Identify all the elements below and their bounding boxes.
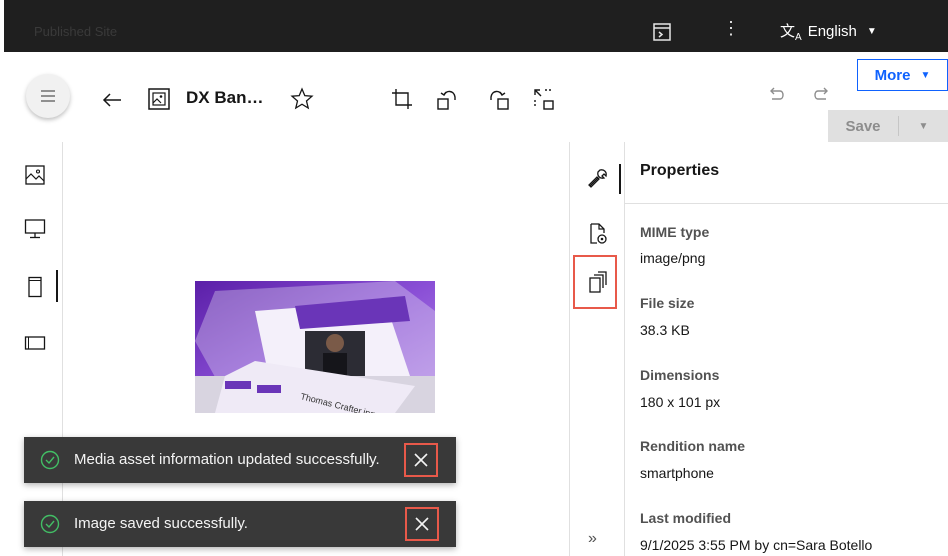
caret-down-icon: ▼: [920, 69, 931, 81]
language-selector[interactable]: 文A English ▼: [780, 20, 877, 43]
overflow-menu-icon[interactable]: ⋮: [722, 18, 740, 42]
save-options-button[interactable]: ▼: [899, 110, 948, 142]
preview-panel-icon[interactable]: [652, 22, 672, 42]
smartphone-icon[interactable]: [24, 276, 46, 298]
properties-panel: Properties MIME type image/png File size…: [625, 142, 948, 556]
file-preview-icon[interactable]: [586, 222, 610, 246]
image-icon[interactable]: [24, 164, 46, 186]
tablet-icon[interactable]: [24, 332, 46, 354]
properties-header: Properties: [625, 142, 948, 204]
image-icon: [148, 88, 170, 110]
rotate-left-icon[interactable]: [436, 87, 460, 111]
save-button-group: Save ▼: [828, 110, 948, 142]
undo-icon[interactable]: [766, 84, 786, 104]
translate-icon: 文A: [780, 22, 802, 43]
device-rail: [0, 142, 63, 556]
more-label: More: [874, 66, 911, 84]
image-preview: Thomas Crafter.jpg: [195, 281, 435, 413]
toast-notification: Image saved successfully.: [24, 501, 456, 547]
resize-icon[interactable]: [532, 87, 556, 111]
menu-button[interactable]: [26, 74, 70, 118]
rotate-right-icon[interactable]: [486, 87, 510, 111]
toast-message: Media asset information updated successf…: [74, 451, 380, 468]
prop-label-rendition: Rendition name: [640, 438, 746, 454]
close-icon[interactable]: [404, 443, 438, 477]
prop-value-modified: 9/1/2025 3:55 PM by cn=Sara Botello: [640, 537, 873, 553]
properties-title: Properties: [640, 162, 720, 179]
caret-down-icon: ▼: [918, 120, 929, 132]
caret-down-icon: ▼: [866, 25, 877, 37]
active-indicator: [56, 270, 58, 302]
checkmark-circle-icon: [40, 514, 60, 534]
desktop-icon[interactable]: [24, 218, 46, 240]
close-icon[interactable]: [405, 507, 439, 541]
checkmark-circle-icon: [40, 450, 60, 470]
site-name[interactable]: Published Site: [34, 24, 117, 39]
expand-icon[interactable]: »: [588, 530, 597, 548]
prop-value-mime: image/png: [640, 250, 706, 266]
copy-renditions-icon[interactable]: [586, 270, 610, 294]
star-icon[interactable]: [290, 87, 314, 111]
top-bar: Published Site ⋮ 文A English ▼: [0, 0, 948, 52]
asset-title: DX Ban…: [186, 88, 264, 107]
prop-value-rendition: smartphone: [640, 465, 714, 481]
prop-value-size: 38.3 KB: [640, 322, 690, 338]
menu-icon: [41, 90, 55, 102]
save-button[interactable]: Save: [828, 110, 898, 142]
prop-label-size: File size: [640, 295, 695, 311]
prop-label-dimensions: Dimensions: [640, 367, 720, 383]
wrench-icon[interactable]: [586, 166, 610, 190]
more-button[interactable]: More ▼: [857, 59, 948, 91]
redo-icon[interactable]: [812, 84, 832, 104]
crop-icon[interactable]: [390, 87, 414, 111]
back-arrow-icon[interactable]: [100, 88, 124, 112]
prop-value-dimensions: 180 x 101 px: [640, 394, 721, 410]
language-label: English: [807, 22, 857, 40]
properties-rail: »: [569, 142, 625, 556]
prop-label-modified: Last modified: [640, 510, 732, 526]
toast-notification: Media asset information updated successf…: [24, 437, 456, 483]
prop-label-mime: MIME type: [640, 224, 710, 240]
active-indicator: [619, 164, 621, 194]
editor-toolbar: DX Ban…: [0, 52, 948, 142]
toast-message: Image saved successfully.: [74, 515, 248, 532]
